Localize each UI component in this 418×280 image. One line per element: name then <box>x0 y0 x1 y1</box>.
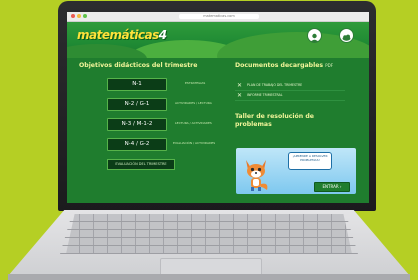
objective-button-n1[interactable]: N-1 <box>107 78 167 91</box>
logo-text: matemáticas <box>77 28 159 42</box>
fox-mascot-icon <box>246 160 268 191</box>
objective-button-n2-g1[interactable]: N-2 / G-1 <box>107 98 167 111</box>
objective-button-n4-g2[interactable]: N-4 / G-2 <box>107 138 167 151</box>
objectives-title: Objetivos didácticos del trimestre <box>79 62 198 69</box>
document-label: PLAN DE TRABAJO DEL TRIMESTRE <box>247 83 303 87</box>
document-item[interactable]: ✕ PLAN DE TRABAJO DEL TRIMESTRE <box>235 81 345 91</box>
documents-title-text: Documentos decargables <box>235 62 324 69</box>
x-icon: ✕ <box>237 82 243 89</box>
address-bar[interactable]: matematicas.com <box>179 13 259 19</box>
objective-note: LECTURA / ACTIVIDADES <box>175 121 212 125</box>
cloud-icon[interactable] <box>339 28 354 43</box>
documents-title-suffix: PDF <box>325 63 334 68</box>
minimize-window-icon[interactable] <box>77 14 81 18</box>
workshop-title-line: problemas <box>235 121 272 128</box>
close-window-icon[interactable] <box>71 14 75 18</box>
workshop-banner[interactable]: ¡APRENDE A RESOLVER PROBLEMAS! ENTRAR › <box>236 148 356 194</box>
document-label: INFORME TRIMESTRAL <box>247 93 283 97</box>
user-icon[interactable] <box>307 28 322 43</box>
workshop-title: Taller de resolución de problemas <box>235 113 314 129</box>
x-icon: ✕ <box>237 92 243 99</box>
objective-note: ACTIVIDADES / LECTURA <box>175 101 212 105</box>
evaluation-button[interactable]: EVALUACIÓN DEL TRIMESTRE <box>107 159 175 170</box>
objective-note: EVALUACIÓN / ACTIVIDADES <box>173 141 216 145</box>
laptop-screen: matematicas.com matemáticas4 Objetivos d… <box>67 12 369 203</box>
logo-number: 4 <box>158 28 167 42</box>
arrow-right-icon: › <box>339 184 342 189</box>
document-item[interactable]: ✕ INFORME TRIMESTRAL <box>235 91 345 101</box>
site-logo[interactable]: matemáticas4 <box>77 28 167 42</box>
site-header: matemáticas4 <box>67 22 369 80</box>
workshop-title-line: Taller de resolución de <box>235 113 314 120</box>
documents-title: Documentos decargables PDF <box>235 62 333 69</box>
main-content: Objetivos didácticos del trimestre N-1 E… <box>67 58 369 203</box>
enter-button[interactable]: ENTRAR › <box>314 182 350 192</box>
laptop-front-edge <box>8 274 410 280</box>
maximize-window-icon[interactable] <box>83 14 87 18</box>
browser-toolbar: matematicas.com <box>67 12 369 22</box>
objective-note: ESTRATEGIAS <box>185 81 206 85</box>
speech-bubble: ¡APRENDE A RESOLVER PROBLEMAS! <box>288 152 332 170</box>
keyboard-rows <box>60 214 358 254</box>
enter-button-label: ENTRAR <box>322 184 339 189</box>
objective-button-n3-m12[interactable]: N-3 / M-1-2 <box>107 118 167 131</box>
